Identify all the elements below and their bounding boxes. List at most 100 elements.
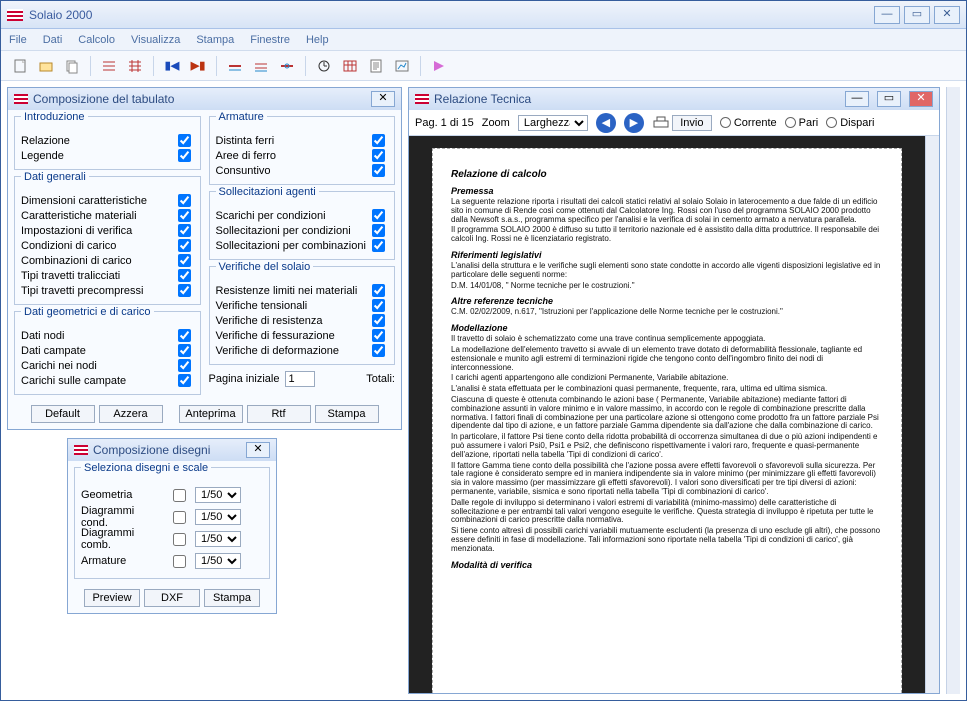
close-button[interactable]: ✕ — [934, 6, 960, 24]
chk-res-lim[interactable] — [372, 284, 385, 297]
pagina-input[interactable] — [285, 371, 315, 387]
stampa-dis-button[interactable]: Stampa — [204, 589, 260, 607]
chk-car-camp[interactable] — [178, 374, 191, 387]
first-icon[interactable]: ▮◀ — [161, 55, 183, 77]
doc-scrollbar[interactable] — [925, 136, 939, 693]
document-page: Relazione di calcolo Premessa La seguent… — [432, 148, 902, 693]
app-titlebar: Solaio 2000 — ▭ ✕ — [1, 1, 966, 29]
chk-ver-fes[interactable] — [372, 329, 385, 342]
group-dati-geom: Dati geometrici e di carico — [21, 306, 154, 318]
chk-diag-comb[interactable] — [173, 533, 186, 546]
open-file-icon[interactable] — [35, 55, 57, 77]
chk-relazione[interactable] — [178, 134, 191, 147]
sel-armature[interactable]: 1/50 — [195, 553, 241, 569]
pagina-label: Pagina iniziale — [209, 373, 280, 385]
chk-car-nodi[interactable] — [178, 359, 191, 372]
chk-imp-ver[interactable] — [178, 224, 191, 237]
sel-diag-comb[interactable]: 1/50 — [195, 531, 241, 547]
group-sollec: Sollecitazioni agenti — [216, 186, 319, 198]
menu-finestre[interactable]: Finestre — [250, 34, 290, 46]
maximize-button[interactable]: ▭ — [904, 6, 930, 24]
chk-dati-camp[interactable] — [178, 344, 191, 357]
chk-aree-ferro[interactable] — [372, 149, 385, 162]
beam2-icon[interactable] — [250, 55, 272, 77]
relazione-title: Relazione Tecnica — [434, 92, 531, 106]
table-icon[interactable] — [339, 55, 361, 77]
rel-maximize-button[interactable]: ▭ — [877, 91, 901, 107]
chk-soll-comb[interactable] — [372, 239, 385, 252]
minimize-button[interactable]: — — [874, 6, 900, 24]
chk-diag-cond[interactable] — [173, 511, 186, 524]
sel-diag-cond[interactable]: 1/50 — [195, 509, 241, 525]
document-viewport[interactable]: Relazione di calcolo Premessa La seguent… — [409, 136, 925, 693]
rtf-button[interactable]: Rtf — [247, 405, 311, 423]
window-icon — [415, 94, 429, 104]
workarea-scrollbar[interactable] — [946, 87, 960, 694]
preview-button[interactable]: Preview — [84, 589, 140, 607]
grid-icon[interactable] — [98, 55, 120, 77]
chk-consuntivo[interactable] — [372, 164, 385, 177]
menu-visualizza[interactable]: Visualizza — [131, 34, 180, 46]
chk-geometria[interactable] — [173, 489, 186, 502]
help-icon[interactable] — [428, 55, 450, 77]
chk-dati-nodi[interactable] — [178, 329, 191, 342]
invio-button[interactable]: Invio — [672, 115, 712, 131]
menu-help[interactable]: Help — [306, 34, 329, 46]
chk-scar-cond[interactable] — [372, 209, 385, 222]
totali-label: Totali: — [366, 373, 395, 385]
chk-tipi-prec[interactable] — [178, 284, 191, 297]
menu-dati[interactable]: Dati — [43, 34, 63, 46]
doc-icon[interactable] — [365, 55, 387, 77]
chk-tipi-tral[interactable] — [178, 269, 191, 282]
chart-icon[interactable] — [391, 55, 413, 77]
main-toolbar: ▮◀ ▶▮ — [1, 51, 966, 81]
group-introduzione: Introduzione — [21, 111, 88, 123]
next-page-icon[interactable]: ▶ — [624, 113, 644, 133]
last-icon[interactable]: ▶▮ — [187, 55, 209, 77]
sel-geometria[interactable]: 1/50 — [195, 487, 241, 503]
radio-dispari[interactable]: Dispari — [826, 117, 874, 129]
copy-icon[interactable] — [61, 55, 83, 77]
chk-soll-cond[interactable] — [372, 224, 385, 237]
prev-page-icon[interactable]: ◀ — [596, 113, 616, 133]
zoom-select[interactable]: Larghezza — [518, 115, 588, 131]
chk-dist-ferri[interactable] — [372, 134, 385, 147]
rel-minimize-button[interactable]: — — [845, 91, 869, 107]
menu-calcolo[interactable]: Calcolo — [78, 34, 115, 46]
disegni-close-button[interactable]: ✕ — [246, 442, 270, 458]
dxf-button[interactable]: DXF — [144, 589, 200, 607]
grid2-icon[interactable] — [124, 55, 146, 77]
chk-ver-tens[interactable] — [372, 299, 385, 312]
group-verifiche: Verifiche del solaio — [216, 261, 314, 273]
printer-icon — [652, 115, 670, 131]
tabulato-close-button[interactable]: ✕ — [371, 91, 395, 107]
group-armature: Armature — [216, 111, 267, 123]
default-button[interactable]: Default — [31, 405, 95, 423]
chk-comb-car[interactable] — [178, 254, 191, 267]
beam1-icon[interactable] — [224, 55, 246, 77]
chk-ver-res[interactable] — [372, 314, 385, 327]
stampa-button[interactable]: Stampa — [315, 405, 379, 423]
menu-bar: File Dati Calcolo Visualizza Stampa Fine… — [1, 29, 966, 51]
relazione-window: Relazione Tecnica — ▭ ✕ Pag. 1 di 15 Zoo… — [408, 87, 940, 694]
chk-legende[interactable] — [178, 149, 191, 162]
chk-label: Legende — [21, 150, 64, 162]
anteprima-button[interactable]: Anteprima — [179, 405, 243, 423]
menu-file[interactable]: File — [9, 34, 27, 46]
menu-stampa[interactable]: Stampa — [196, 34, 234, 46]
chk-cond-car[interactable] — [178, 239, 191, 252]
tabulato-window: Composizione del tabulato ✕ Introduzione… — [7, 87, 402, 430]
page-indicator: Pag. 1 di 15 — [415, 117, 474, 129]
chk-armature[interactable] — [173, 555, 186, 568]
rel-close-button[interactable]: ✕ — [909, 91, 933, 107]
chk-ver-def[interactable] — [372, 344, 385, 357]
radio-corrente[interactable]: Corrente — [720, 117, 777, 129]
chk-car-mat[interactable] — [178, 209, 191, 222]
azzera-button[interactable]: Azzera — [99, 405, 163, 423]
chk-dim-car[interactable] — [178, 194, 191, 207]
window-icon — [14, 94, 28, 104]
clock-icon[interactable] — [313, 55, 335, 77]
new-file-icon[interactable] — [9, 55, 31, 77]
beam3-icon[interactable] — [276, 55, 298, 77]
radio-pari[interactable]: Pari — [785, 117, 819, 129]
